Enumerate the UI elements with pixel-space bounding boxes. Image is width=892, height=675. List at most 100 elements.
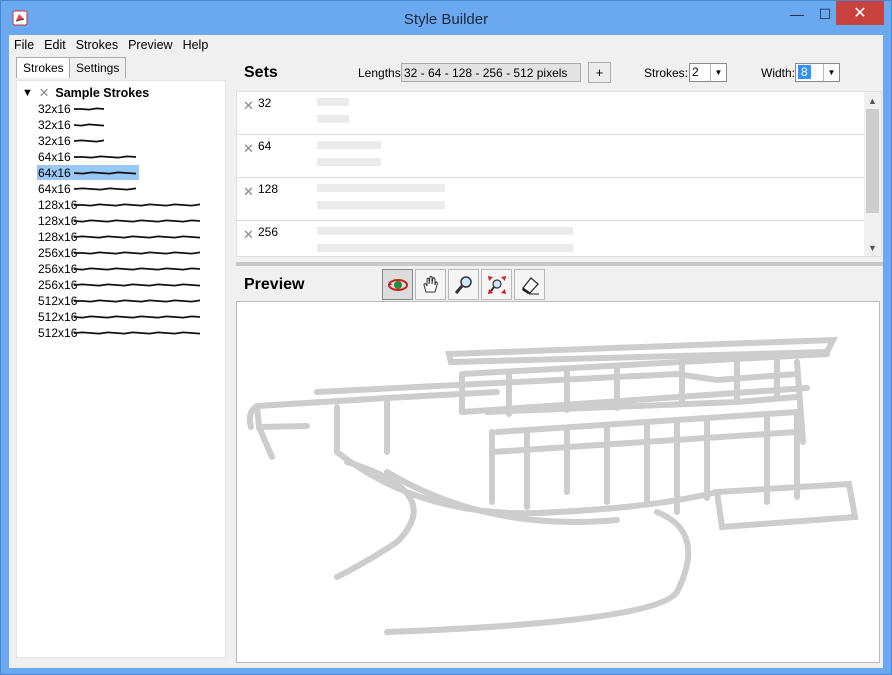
delete-x-icon[interactable]: ✕ <box>243 227 254 243</box>
stroke-size-label: 128x16 <box>38 197 78 212</box>
strokes-count-label: Strokes: <box>644 66 689 80</box>
tree-item-stroke[interactable]: 32x16 <box>37 101 107 116</box>
tree-item-stroke[interactable]: 64x16 <box>37 181 139 196</box>
stroke-size-label: 512x16 <box>38 325 78 340</box>
tree-item-stroke[interactable]: 256x16 <box>37 245 203 260</box>
set-row-128[interactable]: ✕ 128 <box>237 178 865 221</box>
stroke-slot[interactable] <box>317 227 573 235</box>
set-row-256[interactable]: ✕ 256 <box>237 221 865 256</box>
chevron-down-icon[interactable]: ▼ <box>710 64 726 81</box>
stroke-sample-icon <box>74 298 201 303</box>
stroke-slot[interactable] <box>317 141 381 149</box>
pan-button[interactable] <box>415 269 446 300</box>
menu-edit[interactable]: Edit <box>39 35 71 55</box>
zoom-extents-button[interactable] <box>481 269 512 300</box>
tree-item-stroke[interactable]: 128x16 <box>37 213 203 228</box>
delete-x-icon[interactable]: ✕ <box>243 141 254 157</box>
set-length: 64 <box>258 139 272 153</box>
close-button[interactable]: ✕ <box>836 1 884 25</box>
client-area: File Edit Strokes Preview Help Strokes S… <box>9 35 883 668</box>
menu-bar: File Edit Strokes Preview Help <box>9 35 883 55</box>
stroke-size-label: 256x16 <box>38 277 78 292</box>
tree-item-stroke[interactable]: 256x16 <box>37 277 203 292</box>
stroke-sample-icon <box>73 266 201 271</box>
title-bar[interactable]: Style Builder — ☐ ✕ <box>1 1 891 35</box>
tree-item-stroke[interactable]: 64x16 <box>37 149 139 164</box>
menu-strokes[interactable]: Strokes <box>71 35 123 55</box>
zoom-button[interactable] <box>448 269 479 300</box>
tree-item-stroke[interactable]: 512x16 <box>37 309 203 324</box>
stroke-slot[interactable] <box>317 201 445 209</box>
menu-file[interactable]: File <box>9 35 39 55</box>
eraser-button[interactable] <box>514 269 545 300</box>
orbit-button[interactable] <box>382 269 413 300</box>
menu-help[interactable]: Help <box>178 35 214 55</box>
tree-item-stroke[interactable]: 512x16 <box>37 325 203 340</box>
chevron-down-icon[interactable]: ▼ <box>823 64 839 81</box>
tree-item-stroke[interactable]: 256x16 <box>37 261 203 276</box>
delete-x-icon[interactable]: ✕ <box>243 184 254 200</box>
set-length: 128 <box>258 182 279 196</box>
sets-scrollbar[interactable]: ▲ ▼ <box>864 92 881 256</box>
width-select[interactable]: 8 ▼ <box>795 63 840 82</box>
scroll-down-icon[interactable]: ▼ <box>864 239 881 256</box>
tab-strokes[interactable]: Strokes <box>16 57 71 78</box>
stroke-size-label: 64x16 <box>38 149 71 164</box>
stroke-sample-icon <box>74 106 105 111</box>
delete-x-icon[interactable]: ✕ <box>39 85 49 100</box>
pan-icon <box>422 275 438 292</box>
strokes-tree: ▼ ✕ Sample Strokes 32x16 32x16 32x16 64x16 6… <box>16 80 226 658</box>
tab-settings[interactable]: Settings <box>69 57 127 78</box>
set-row-32[interactable]: ✕ 32 <box>237 92 865 135</box>
scroll-thumb[interactable] <box>866 109 879 213</box>
scroll-up-icon[interactable]: ▲ <box>864 92 881 109</box>
sets-list: ✕ 32 ✕ 64 ✕ 128 ✕ 256 ▲ ▼ <box>236 91 882 257</box>
add-length-button[interactable]: + <box>588 62 611 83</box>
stroke-size-label: 64x16 <box>38 165 71 180</box>
stroke-sample-icon <box>74 202 201 207</box>
set-length: 256 <box>258 225 279 239</box>
stroke-slot[interactable] <box>317 98 349 106</box>
stroke-slot[interactable] <box>317 244 573 252</box>
lengths-label: Lengths: <box>358 66 405 80</box>
lengths-field[interactable]: 32 - 64 - 128 - 256 - 512 pixels <box>401 63 581 82</box>
stroke-sample-icon <box>73 234 201 239</box>
stroke-sample-icon <box>73 330 201 335</box>
width-label: Width: <box>761 66 796 80</box>
stroke-slot[interactable] <box>317 184 445 192</box>
stroke-sample-icon <box>73 138 105 143</box>
tree-root-sample-strokes[interactable]: ▼ ✕ Sample Strokes <box>22 85 150 101</box>
preview-title: Preview <box>244 276 305 293</box>
stroke-slot[interactable] <box>317 115 349 123</box>
stroke-sample-icon <box>73 170 137 175</box>
stroke-sample-icon <box>73 122 105 127</box>
collapse-triangle-icon[interactable]: ▼ <box>22 87 33 99</box>
tree-item-stroke[interactable]: 128x16 <box>37 229 203 244</box>
set-length: 32 <box>258 96 272 110</box>
stroke-slot[interactable] <box>317 158 381 166</box>
set-row-64[interactable]: ✕ 64 <box>237 135 865 178</box>
menu-preview[interactable]: Preview <box>123 35 177 55</box>
stroke-size-label: 128x16 <box>38 229 78 244</box>
stroke-size-label: 32x16 <box>38 133 71 148</box>
stroke-sample-icon <box>74 154 137 159</box>
strokes-count-select[interactable]: 2 ▼ <box>689 63 727 82</box>
zoom-icon <box>454 275 472 294</box>
stroke-size-label: 512x16 <box>38 309 78 324</box>
house-sketch-preview <box>246 336 859 635</box>
strokes-count-value: 2 <box>692 65 699 79</box>
stroke-size-label: 256x16 <box>38 245 78 260</box>
eraser-icon <box>521 276 539 294</box>
tree-item-stroke[interactable]: 512x16 <box>37 293 203 308</box>
tree-item-stroke[interactable]: 128x16 <box>37 197 203 212</box>
stroke-sample-icon <box>73 218 201 223</box>
tree-item-stroke[interactable]: 32x16 <box>37 133 107 148</box>
tree-item-stroke[interactable]: 32x16 <box>37 117 107 132</box>
stroke-size-label: 128x16 <box>38 213 78 228</box>
tree-root-label: Sample Strokes <box>55 85 150 100</box>
stroke-sample-icon <box>73 282 201 287</box>
tree-item-stroke[interactable]: 64x16 <box>37 165 139 180</box>
preview-canvas[interactable] <box>236 301 880 663</box>
panel-splitter[interactable] <box>236 262 883 266</box>
delete-x-icon[interactable]: ✕ <box>243 98 254 114</box>
